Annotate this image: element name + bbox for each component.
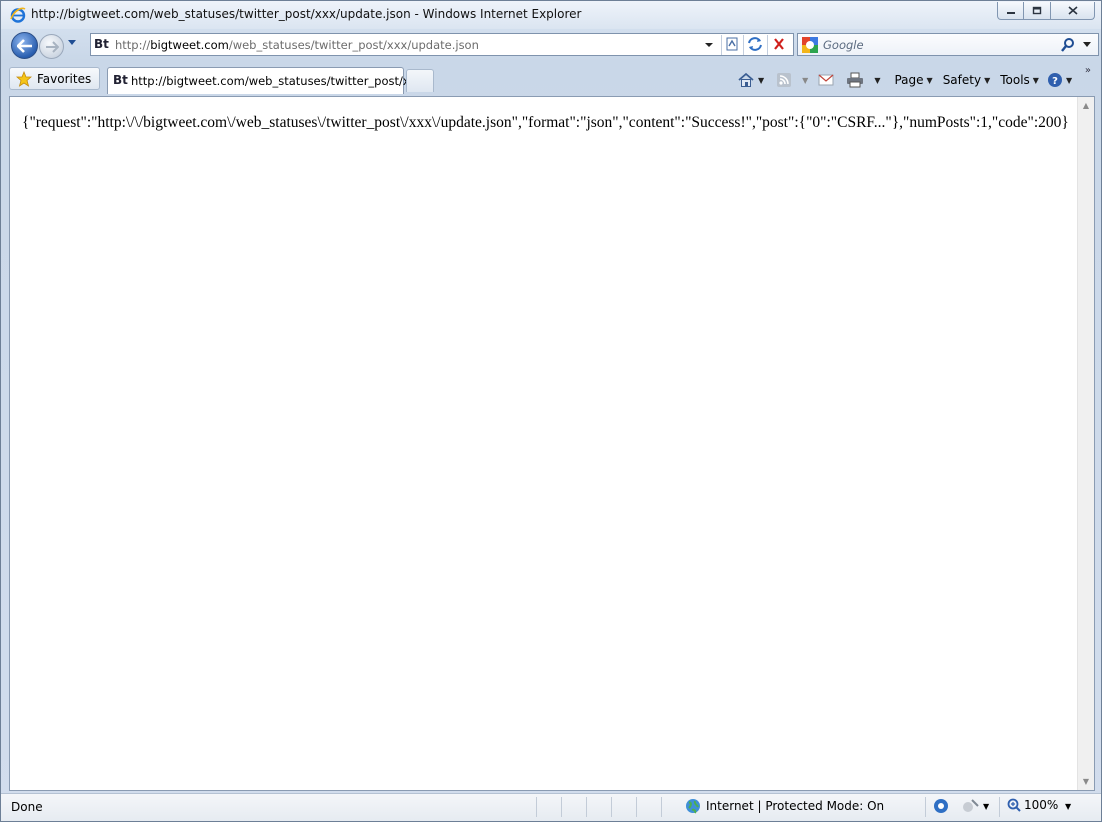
title-bar: http://bigtweet.com/web_statuses/twitter…	[1, 1, 1101, 29]
read-mail-button[interactable]	[815, 69, 837, 91]
caption-buttons	[997, 2, 1095, 20]
ie-logo-icon	[10, 7, 26, 23]
restore-button[interactable]	[1024, 2, 1051, 20]
compatibility-view-button[interactable]	[721, 35, 743, 55]
status-divider	[536, 797, 537, 817]
recent-pages-dropdown-icon[interactable]	[67, 39, 77, 47]
popup-blocker-icon	[963, 799, 979, 812]
security-zone-label: Internet | Protected Mode: On	[706, 799, 885, 813]
site-favicon-icon: Bt	[94, 37, 109, 51]
favorites-star-icon	[16, 70, 32, 87]
forward-arrow-icon	[45, 40, 59, 53]
tab-active[interactable]: Bt http://bigtweet.com/web_statuses/twit…	[107, 67, 421, 94]
status-divider	[586, 797, 587, 817]
printer-icon	[847, 72, 864, 88]
address-bar[interactable]: Bt http://bigtweet.com/web_statuses/twit…	[90, 33, 794, 56]
safety-menu-dropdown-icon: ▼	[984, 75, 991, 85]
compatibility-view-icon	[726, 37, 738, 51]
status-divider	[999, 797, 1000, 817]
restore-icon	[1032, 6, 1042, 15]
status-divider	[636, 797, 637, 817]
close-button[interactable]	[1051, 2, 1095, 20]
page-menu-label: Page	[894, 73, 924, 87]
refresh-button[interactable]	[743, 35, 767, 55]
page-menu[interactable]: Page ▼	[889, 69, 937, 91]
mail-icon	[818, 74, 834, 86]
favorites-label: Favorites	[37, 71, 92, 86]
refresh-icon	[748, 37, 762, 51]
status-divider	[611, 797, 612, 817]
zoom-magnifier-icon	[1007, 798, 1021, 812]
google-logo-icon	[802, 37, 818, 53]
scroll-up-icon[interactable]: ▲	[1078, 97, 1094, 114]
popup-blocker-dropdown-icon[interactable]: ▼	[983, 802, 989, 811]
stop-button[interactable]	[767, 35, 791, 55]
tools-menu[interactable]: Tools ▼	[995, 69, 1044, 91]
vertical-scrollbar[interactable]: ▲ ▼	[1077, 97, 1094, 790]
search-input[interactable]: Google	[823, 38, 864, 52]
feeds-dropdown-icon[interactable]: ▼	[802, 76, 808, 85]
tools-menu-label: Tools	[1000, 73, 1030, 87]
address-dropdown-icon[interactable]	[702, 38, 716, 52]
tab-label: http://bigtweet.com/web_statuses/twitter…	[131, 74, 421, 88]
zoom-button[interactable]: 100%	[1007, 798, 1058, 812]
page-menu-dropdown-icon: ▼	[926, 75, 933, 85]
stop-icon	[774, 38, 784, 50]
status-divider	[661, 797, 662, 817]
minimize-button[interactable]	[997, 2, 1024, 20]
forward-button[interactable]	[39, 34, 64, 59]
print-button[interactable]: ▼	[843, 69, 883, 91]
status-text: Done	[11, 800, 43, 814]
new-tab-button[interactable]	[406, 69, 434, 92]
rss-feed-icon	[777, 73, 792, 87]
status-bar: Done Internet | Protected Mode: On ▼ 100…	[1, 793, 1101, 821]
zoom-dropdown-icon[interactable]: ▼	[1065, 802, 1071, 811]
toolbar-overflow-chevron-icon[interactable]: »	[1085, 65, 1091, 76]
print-dropdown-icon[interactable]: ▼	[874, 76, 880, 85]
safety-menu-label: Safety	[942, 73, 982, 87]
window-title: http://bigtweet.com/web_statuses/twitter…	[31, 7, 582, 21]
safety-menu[interactable]: Safety ▼	[938, 69, 996, 91]
home-icon	[738, 72, 754, 87]
accelerator-button[interactable]	[933, 798, 949, 814]
back-arrow-icon	[16, 38, 32, 53]
json-response-text: {"request":"http:\/\/bigtweet.com\/web_s…	[22, 114, 1069, 131]
svg-text:?: ?	[1052, 76, 1058, 87]
favorites-button[interactable]: Favorites	[9, 67, 101, 90]
command-bar: ▼ ▼ ▼ Page ▼ Safety ▼ Tools ▼ ? ▼	[734, 69, 1075, 91]
feeds-button[interactable]: ▼	[773, 69, 811, 91]
status-divider	[561, 797, 562, 817]
close-icon	[1067, 6, 1078, 15]
popup-blocker-button[interactable]: ▼	[961, 798, 989, 814]
browser-window: http://bigtweet.com/web_statuses/twitter…	[0, 0, 1102, 822]
home-button[interactable]: ▼	[734, 69, 767, 91]
search-icon[interactable]	[1060, 37, 1076, 53]
navigation-bar: Bt http://bigtweet.com/web_statuses/twit…	[1, 30, 1101, 62]
search-options-dropdown-icon[interactable]	[1082, 39, 1092, 49]
minimize-icon	[1006, 11, 1015, 14]
search-box[interactable]: Google	[797, 33, 1099, 56]
status-divider	[925, 797, 926, 817]
tab-favicon-icon: Bt	[113, 73, 128, 87]
tools-menu-dropdown-icon: ▼	[1032, 75, 1039, 85]
accelerator-icon	[934, 799, 948, 813]
help-dropdown-icon[interactable]: ▼	[1066, 76, 1072, 85]
help-icon: ?	[1047, 73, 1062, 87]
scroll-down-icon[interactable]: ▼	[1078, 773, 1094, 790]
page-viewport: {"request":"http:\/\/bigtweet.com\/web_s…	[9, 96, 1095, 791]
address-url[interactable]: http://bigtweet.com/web_statuses/twitter…	[115, 38, 479, 52]
home-dropdown-icon[interactable]: ▼	[758, 76, 764, 85]
internet-globe-icon	[686, 799, 700, 814]
back-button[interactable]	[11, 32, 38, 59]
command-tab-bar: Favorites Bt http://bigtweet.com/web_sta…	[1, 63, 1101, 95]
help-button[interactable]: ? ▼	[1044, 69, 1075, 91]
security-zone[interactable]: Internet | Protected Mode: On	[685, 798, 884, 814]
zoom-level: 100%	[1024, 798, 1059, 812]
